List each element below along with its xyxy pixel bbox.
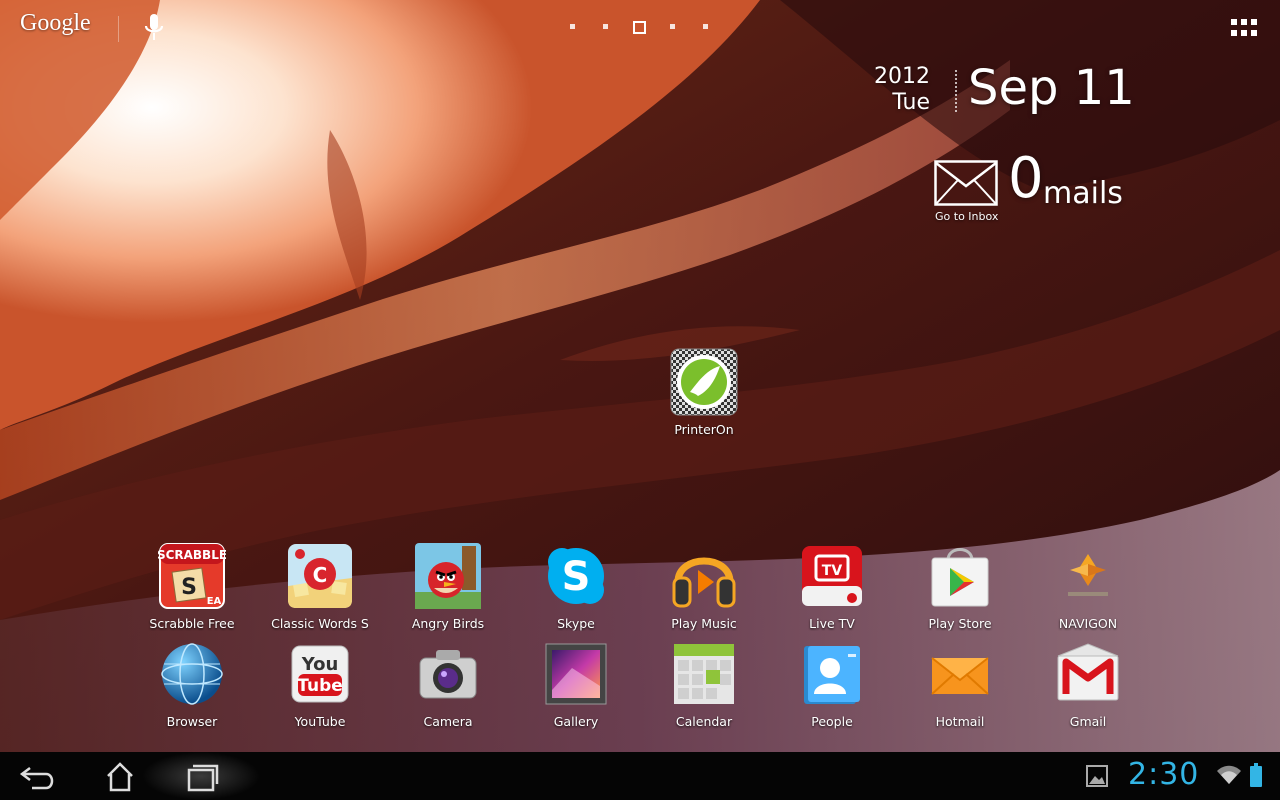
app-label: Camera bbox=[423, 714, 473, 729]
svg-text:EA: EA bbox=[207, 596, 222, 607]
svg-text:S: S bbox=[181, 575, 197, 600]
all-apps-grid-icon[interactable] bbox=[1231, 19, 1257, 37]
app-label: People bbox=[811, 714, 853, 729]
back-button[interactable] bbox=[10, 756, 70, 796]
app-label: Calendar bbox=[675, 714, 733, 729]
app-play-music[interactable]: Play Music bbox=[640, 542, 768, 638]
home-screen: Google 2012 Tue Sep 11 Go to Inbox 0 mai… bbox=[0, 0, 1280, 800]
app-label: Browser bbox=[166, 714, 218, 729]
search-divider bbox=[118, 16, 119, 42]
app-angry-birds[interactable]: Angry Birds bbox=[384, 542, 512, 638]
microphone-icon[interactable] bbox=[142, 12, 166, 44]
svg-text:S: S bbox=[562, 554, 591, 600]
page-dot[interactable] bbox=[603, 24, 608, 29]
go-to-inbox-link[interactable]: Go to Inbox bbox=[935, 210, 998, 223]
app-play-store[interactable]: Play Store bbox=[896, 542, 1024, 638]
app-navigon[interactable]: NAVIGON bbox=[1024, 542, 1152, 638]
app-label: YouTube bbox=[294, 714, 346, 729]
page-dot[interactable] bbox=[703, 24, 708, 29]
mail-unit-label: mails bbox=[1043, 176, 1123, 211]
back-icon bbox=[19, 767, 54, 790]
app-people[interactable]: People bbox=[768, 640, 896, 736]
printeron-icon bbox=[670, 348, 738, 416]
app-label: Play Store bbox=[928, 616, 992, 631]
home-button[interactable] bbox=[90, 756, 150, 796]
hotmail-icon bbox=[926, 640, 994, 708]
date-day-of-week: Tue bbox=[892, 90, 930, 115]
app-label: Live TV bbox=[809, 616, 855, 631]
page-dot[interactable] bbox=[570, 24, 575, 29]
app-scrabble[interactable]: SCRABBLE S EA Scrabble Free bbox=[128, 542, 256, 638]
gmail-icon bbox=[1054, 640, 1122, 708]
home-icon bbox=[107, 762, 133, 792]
skype-icon: S bbox=[542, 542, 610, 610]
date-month-day: Sep 11 bbox=[968, 60, 1135, 116]
date-year: 2012 bbox=[874, 64, 930, 89]
app-gallery[interactable]: Gallery bbox=[512, 640, 640, 736]
app-label: Gallery bbox=[553, 714, 599, 729]
app-label: Angry Birds bbox=[411, 616, 485, 631]
mail-count: 0 bbox=[1008, 146, 1044, 211]
svg-text:TV: TV bbox=[822, 563, 843, 579]
play-store-icon bbox=[926, 542, 994, 610]
date-widget[interactable]: 2012 Tue Sep 11 bbox=[874, 60, 1135, 122]
mail-widget[interactable]: Go to Inbox 0 mails bbox=[930, 146, 1130, 228]
app-label: Hotmail bbox=[935, 714, 985, 729]
page-dot-active[interactable] bbox=[633, 21, 646, 34]
app-browser[interactable]: Browser bbox=[128, 640, 256, 736]
wifi-icon bbox=[1217, 765, 1241, 784]
app-live-tv[interactable]: TV Live TV bbox=[768, 542, 896, 638]
app-gmail[interactable]: Gmail bbox=[1024, 640, 1152, 736]
app-hotmail[interactable]: Hotmail bbox=[896, 640, 1024, 736]
envelope-icon[interactable] bbox=[934, 160, 998, 206]
calendar-icon bbox=[670, 640, 738, 708]
app-camera[interactable]: Camera bbox=[384, 640, 512, 736]
svg-text:Tube: Tube bbox=[297, 676, 343, 696]
angry-birds-icon bbox=[414, 542, 482, 610]
live-tv-icon: TV bbox=[798, 542, 866, 610]
google-search-label[interactable]: Google bbox=[20, 10, 91, 37]
camera-icon bbox=[414, 640, 482, 708]
image-notification-icon[interactable] bbox=[1086, 765, 1108, 787]
page-dot[interactable] bbox=[670, 24, 675, 29]
battery-icon bbox=[1250, 763, 1262, 787]
people-icon bbox=[798, 640, 866, 708]
app-calendar[interactable]: Calendar bbox=[640, 640, 768, 736]
gallery-icon bbox=[542, 640, 610, 708]
app-printeron[interactable]: PrinterOn bbox=[640, 348, 768, 444]
svg-text:C: C bbox=[313, 563, 328, 587]
classic-words-icon: C bbox=[286, 542, 354, 610]
scrabble-icon: SCRABBLE S EA bbox=[157, 542, 227, 610]
app-label: Skype bbox=[557, 616, 595, 631]
app-label: Gmail bbox=[1069, 714, 1107, 729]
browser-icon bbox=[158, 640, 226, 708]
youtube-icon: You Tube bbox=[286, 640, 354, 708]
app-youtube[interactable]: You Tube YouTube bbox=[256, 640, 384, 736]
play-music-icon bbox=[670, 542, 738, 610]
svg-text:You: You bbox=[301, 654, 339, 675]
app-label: Scrabble Free bbox=[149, 616, 235, 631]
app-label: PrinterOn bbox=[674, 422, 734, 437]
home-page-indicator bbox=[560, 20, 720, 36]
navigon-icon bbox=[1054, 542, 1122, 610]
app-label: Classic Words S bbox=[271, 616, 369, 631]
recent-apps-button[interactable] bbox=[171, 756, 231, 796]
app-label: NAVIGON bbox=[1058, 616, 1118, 631]
app-skype[interactable]: S Skype bbox=[512, 542, 640, 638]
app-classic-words[interactable]: C Classic Words S bbox=[256, 542, 384, 638]
app-label: Play Music bbox=[671, 616, 737, 631]
svg-text:SCRABBLE: SCRABBLE bbox=[158, 548, 226, 562]
status-clock[interactable]: 2:30 bbox=[1128, 757, 1199, 792]
date-divider bbox=[955, 70, 957, 112]
recent-apps-icon bbox=[187, 764, 219, 792]
